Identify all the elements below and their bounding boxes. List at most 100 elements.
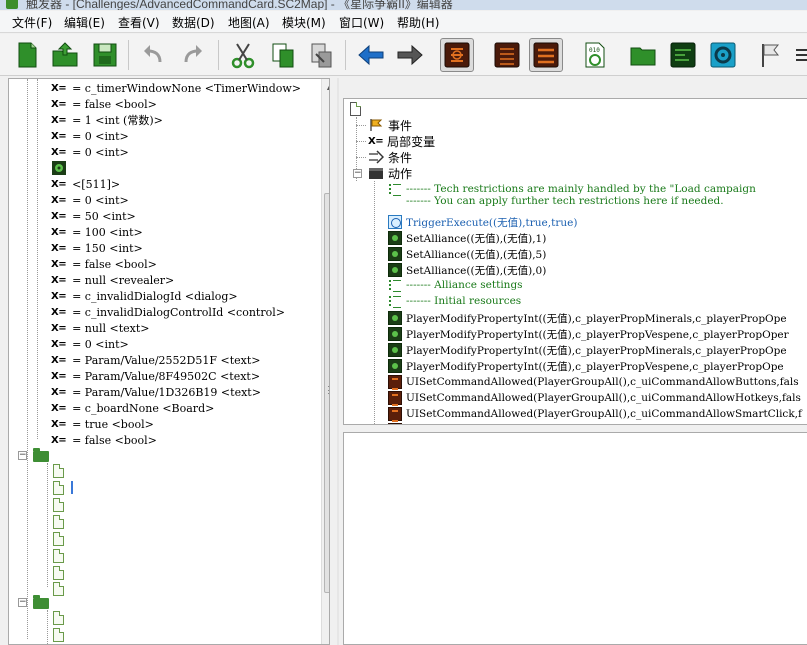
tree-item[interactable]: X= = true <bool> <box>51 416 154 432</box>
conditions-section[interactable]: 条件 <box>368 149 412 165</box>
pane-splitter[interactable] <box>337 78 339 645</box>
event-section[interactable]: 事件 <box>368 117 412 133</box>
tree-item[interactable]: X= = 0 <int> <box>51 144 129 160</box>
action-row[interactable]: UISetCommandAllowed(PlayerGroupAll(),c_u… <box>388 406 802 422</box>
new-file-button[interactable] <box>10 38 44 72</box>
tree-folder[interactable] <box>33 594 49 611</box>
back-button[interactable] <box>354 38 388 72</box>
action-row[interactable]: SetAlliance((无值),(无值),5) <box>388 246 546 262</box>
tree-item[interactable]: X= <[511]> <box>51 176 120 192</box>
trigger-execute-icon <box>388 215 402 229</box>
trigger-list-button[interactable] <box>490 38 524 72</box>
variable-tree[interactable]: X= = c_timerWindowNone <TimerWindow> X= = … <box>8 78 330 645</box>
scroll-thumb[interactable] <box>324 193 329 593</box>
menu-module[interactable]: 模块(M) <box>278 14 330 31</box>
action-row[interactable]: PlayerModifyPropertyInt((无值),c_playerPro… <box>388 310 787 326</box>
comment-icon <box>388 278 402 292</box>
action-row[interactable]: PlayerModifyPropertyInt((无值),c_playerPro… <box>388 342 787 358</box>
tree-doc[interactable] <box>53 531 64 547</box>
cut-button[interactable] <box>226 38 260 72</box>
more-button[interactable] <box>790 38 807 72</box>
tree-doc[interactable] <box>53 480 64 496</box>
tree-item[interactable]: X= = 0 <int> <box>51 128 129 144</box>
tree-doc[interactable] <box>53 514 64 530</box>
forward-button[interactable] <box>393 38 427 72</box>
tree-item[interactable]: X= = 150 <int> <box>51 240 143 256</box>
action-row[interactable]: ------- Alliance settings <box>388 277 523 293</box>
tree-item[interactable]: X= = 100 <int> <box>51 224 143 240</box>
tree-doc[interactable] <box>53 463 64 479</box>
settings-button[interactable] <box>706 38 740 72</box>
tree-item[interactable]: X= = null <revealer> <box>51 272 174 288</box>
collapse-toggle[interactable]: − <box>18 451 27 460</box>
action-row[interactable]: PlayerModifyPropertyInt((无值),c_playerPro… <box>388 358 784 374</box>
collapse-toggle[interactable]: − <box>353 169 362 178</box>
action-row[interactable]: ------- Initial resources <box>388 293 521 309</box>
tree-item[interactable]: X= = Param/Value/2552D51F <text> <box>51 352 260 368</box>
action-row[interactable]: TriggerExecute((无值),true,true) <box>388 214 577 230</box>
tree-item[interactable]: X= = c_invalidDialogControlId <control> <box>51 304 285 320</box>
actions-section[interactable]: 动作 <box>368 165 412 181</box>
action-row-partial[interactable] <box>388 422 406 424</box>
action-row[interactable]: UISetCommandAllowed(PlayerGroupAll(),c_u… <box>388 374 799 390</box>
open-file-button[interactable] <box>48 38 82 72</box>
copy-button[interactable] <box>266 38 300 72</box>
scroll-up-icon[interactable]: ▲ <box>322 79 329 95</box>
tree-item[interactable]: X= = c_timerWindowNone <TimerWindow> <box>51 80 301 96</box>
tree-item[interactable]: X= = null <text> <box>51 320 150 336</box>
tree-doc[interactable] <box>53 497 64 513</box>
clapper-icon <box>369 168 383 179</box>
tree-doc[interactable] <box>53 548 64 564</box>
tree-item[interactable]: X= = Param/Value/1D326B19 <text> <box>51 384 261 400</box>
folder-icon <box>630 47 656 66</box>
menu-map[interactable]: 地图(A) <box>224 14 274 31</box>
menu-window[interactable]: 窗口(W) <box>335 14 388 31</box>
local-vars-section[interactable]: X= 局部变量 <box>368 133 435 149</box>
collapse-toggle[interactable]: − <box>18 598 27 607</box>
tree-item[interactable]: X= = 50 <int> <box>51 208 136 224</box>
properties-panel[interactable] <box>343 432 807 645</box>
menu-file[interactable]: 文件(F) <box>8 14 56 31</box>
tree-item[interactable]: X= = false <bool> <box>51 432 157 448</box>
folder-icon <box>33 447 49 462</box>
tree-item[interactable]: X= = c_invalidDialogId <dialog> <box>51 288 238 304</box>
trigger-list-alt-button[interactable] <box>529 38 563 72</box>
tree-item[interactable]: X= = false <bool> <box>51 256 157 272</box>
tree-folder[interactable] <box>33 447 49 464</box>
undo-button[interactable] <box>136 38 170 72</box>
tree-item[interactable]: X= = 0 <int> <box>51 192 129 208</box>
tree-item[interactable]: X= = 0 <int> <box>51 336 129 352</box>
tree-doc[interactable] <box>53 565 64 581</box>
open-file-icon <box>52 42 78 67</box>
save-button[interactable] <box>88 38 122 72</box>
tree-item-record[interactable] <box>51 160 67 176</box>
tree-item[interactable]: X= = c_boardNone <Board> <box>51 400 214 416</box>
tree-doc[interactable] <box>53 627 64 643</box>
flag-button[interactable] <box>754 38 788 72</box>
action-row[interactable]: ------- You can apply further tech restr… <box>388 193 724 209</box>
left-scrollbar[interactable]: ▲ <box>321 79 329 644</box>
menu-data[interactable]: 数据(D) <box>168 14 219 31</box>
tree-item[interactable]: X= = Param/Value/8F49502C <text> <box>51 368 260 384</box>
tree-doc[interactable] <box>53 610 64 626</box>
action-row[interactable]: PlayerModifyPropertyInt((无值),c_playerPro… <box>388 326 789 342</box>
trigger-content-tree[interactable]: 事件 X= 局部变量 条件 − 动作 ------- Tech restrict… <box>343 98 807 425</box>
document-icon <box>53 515 64 529</box>
menu-help[interactable]: 帮助(H) <box>393 14 443 31</box>
folder-button[interactable] <box>626 38 660 72</box>
flag-icon <box>370 119 383 131</box>
action-row[interactable]: SetAlliance((无值),(无值),0) <box>388 262 546 278</box>
trigger-root[interactable] <box>350 101 361 117</box>
text-module-button[interactable]: 010 <box>578 38 612 72</box>
action-row[interactable]: SetAlliance((无值),(无值),1) <box>388 230 546 246</box>
tree-item[interactable]: X= = 1 <int (常数)> <box>51 112 163 128</box>
tree-doc[interactable] <box>53 581 64 597</box>
trigger-module-button[interactable] <box>440 38 474 72</box>
terrain-button[interactable] <box>666 38 700 72</box>
paste-button[interactable] <box>304 38 338 72</box>
menu-view[interactable]: 查看(V) <box>114 14 164 31</box>
tree-item[interactable]: X= = false <bool> <box>51 96 157 112</box>
menu-edit[interactable]: 编辑(E) <box>60 14 109 31</box>
action-row[interactable]: UISetCommandAllowed(PlayerGroupAll(),c_u… <box>388 390 801 406</box>
redo-button[interactable] <box>176 38 210 72</box>
